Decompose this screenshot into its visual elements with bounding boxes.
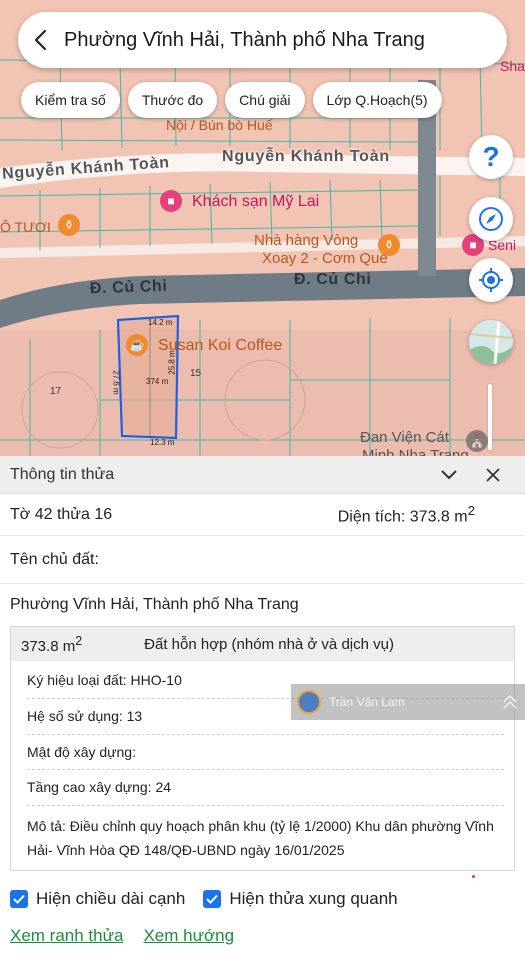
measure-button[interactable]: Thước đo: [127, 82, 218, 118]
planning-layer-button[interactable]: Lớp Q.Hoạch(5): [312, 82, 442, 118]
poi-label: Nội / Bún bò Huế: [166, 117, 273, 133]
chevron-down-icon: [441, 469, 457, 479]
street-label-nguyen-khanh-toan: Nguyễn Khánh Toàn: [222, 148, 390, 165]
parcel-edge-length: 14.2 m: [148, 318, 173, 327]
road-label-cu-chi: Đ. Củ Chi: [89, 277, 168, 298]
map-view[interactable]: Đ. Củ Chi Đ. Củ Chi Nguyễn Khánh Toàn Ng…: [0, 0, 525, 456]
poi-label-monastery: Đan Viện Cát: [360, 429, 449, 446]
locate-icon: [479, 268, 503, 292]
monastery-icon[interactable]: ⛪: [466, 430, 488, 452]
show-neighbor-parcels-label[interactable]: Hiện thửa xung quanh: [229, 889, 397, 909]
show-edge-length-label[interactable]: Hiện chiều dài cạnh: [36, 889, 185, 909]
parcel-edge-length: 25.8 m: [167, 350, 177, 375]
collapse-button[interactable]: [427, 456, 471, 494]
help-icon: ?: [482, 141, 500, 172]
view-direction-link[interactable]: Xem hướng: [143, 926, 234, 946]
show-neighbor-parcels-checkbox[interactable]: Hiện thửa xung quanh: [203, 889, 398, 909]
planning-area-text: 373.8 m: [21, 637, 76, 655]
parcel-area-text: Diện tích: 373.8 m: [337, 508, 468, 526]
location-title[interactable]: Phường Vĩnh Hải, Thành phố Nha Trang: [64, 29, 425, 52]
map-scroll-indicator[interactable]: [488, 384, 492, 450]
owner-row: Tên chủ đất:: [0, 536, 525, 584]
parcel-area-label: 374 m: [146, 377, 169, 386]
neighbor-parcel-number: 15: [190, 368, 202, 379]
address-row: Phường Vĩnh Hải, Thành phố Nha Trang: [0, 584, 525, 626]
expand-up-icon: [503, 694, 517, 709]
display-options: Hiện chiều dài cạnh Hiện thửa xung quanh: [0, 877, 525, 921]
poi-label-restaurant: Xoay 2 - Cơm Quê: [262, 250, 388, 267]
search-bar[interactable]: Phường Vĩnh Hải, Thành phố Nha Trang: [18, 12, 507, 68]
check-number-button[interactable]: Kiểm tra số: [21, 82, 120, 118]
locate-button[interactable]: [469, 258, 513, 302]
parcel-edge-length: 27.6 m: [111, 370, 121, 395]
planning-detail-box: 373.8 m2 Đất hỗn hợp (nhóm nhà ở và dịch…: [10, 626, 515, 871]
layer-switch-button[interactable]: [469, 320, 513, 364]
planning-description: Mô tả: Điều chỉnh quy hoạch phân khu (tỷ…: [27, 817, 494, 858]
action-links: Xem ranh thửa Xem hướng: [0, 921, 525, 951]
back-arrow-icon[interactable]: [18, 12, 64, 68]
indicator-dot: [472, 875, 475, 878]
restaurant-icon[interactable]: ⚱: [58, 214, 80, 236]
poi-label: Ô TƯƠI: [0, 219, 51, 235]
parcel-area: Diện tích: 373.8 m2: [338, 503, 475, 526]
area-unit-sup: 2: [75, 633, 83, 648]
compass-button[interactable]: [469, 197, 513, 241]
planning-detail-header: 373.8 m2 Đất hỗn hợp (nhóm nhà ở và dịch…: [11, 627, 514, 661]
sheet-parcel-number: Tờ 42 thửa 16: [10, 505, 113, 523]
parcel-summary-row: Tờ 42 thửa 16 Diện tích: 373.8 m2: [0, 494, 525, 536]
show-edge-length-checkbox[interactable]: Hiện chiều dài cạnh: [10, 889, 185, 909]
road-label-cu-chi: Đ. Củ Chi: [294, 271, 372, 288]
planning-area: 373.8 m2: [21, 634, 82, 655]
checkbox-checked-icon[interactable]: [10, 889, 28, 908]
help-button[interactable]: ?: [469, 135, 513, 179]
legend-button[interactable]: Chú giải: [225, 82, 305, 118]
panel-title: Thông tin thửa: [10, 465, 115, 483]
poi-label-restaurant: Nhà hàng Vòng: [254, 232, 359, 249]
toolbar-chips: Kiểm tra số Thước đo Chú giải Lớp Q.Hoạc…: [21, 82, 442, 118]
restaurant-icon[interactable]: ⚱: [378, 234, 400, 256]
poi-label-hotel: Khách sạn Mỹ Lai: [192, 193, 320, 210]
poi-label: Sha: [500, 58, 525, 74]
user-watermark: Trần Văn Lam: [291, 684, 525, 720]
layer-thumbnail-icon: [469, 320, 513, 364]
area-unit-sup: 2: [467, 502, 475, 518]
owner-label: Tên chủ đất:: [10, 550, 99, 568]
parcel-address: Phường Vĩnh Hải, Thành phố Nha Trang: [10, 596, 299, 613]
hotel-icon[interactable]: ■: [160, 190, 182, 212]
compass-icon: [479, 207, 503, 231]
parcel-edge-length: 12.3 m: [150, 438, 175, 447]
cafe-icon[interactable]: ☕: [126, 334, 148, 356]
land-use-type: Đất hỗn hợp (nhóm nhà ở và dịch vụ): [144, 635, 394, 653]
close-icon: [486, 467, 500, 482]
building-density-row: Mật độ xây dựng:: [27, 735, 504, 770]
neighbor-parcel-number: 17: [50, 386, 62, 397]
watermark-name: Trần Văn Lam: [329, 695, 405, 709]
building-height-row: Tầng cao xây dựng: 24: [27, 770, 504, 806]
avatar: [297, 690, 321, 714]
close-button[interactable]: [471, 456, 515, 494]
view-parcel-boundary-link[interactable]: Xem ranh thửa: [10, 926, 123, 946]
panel-header: Thông tin thửa: [0, 456, 525, 494]
checkbox-checked-icon[interactable]: [203, 889, 222, 908]
